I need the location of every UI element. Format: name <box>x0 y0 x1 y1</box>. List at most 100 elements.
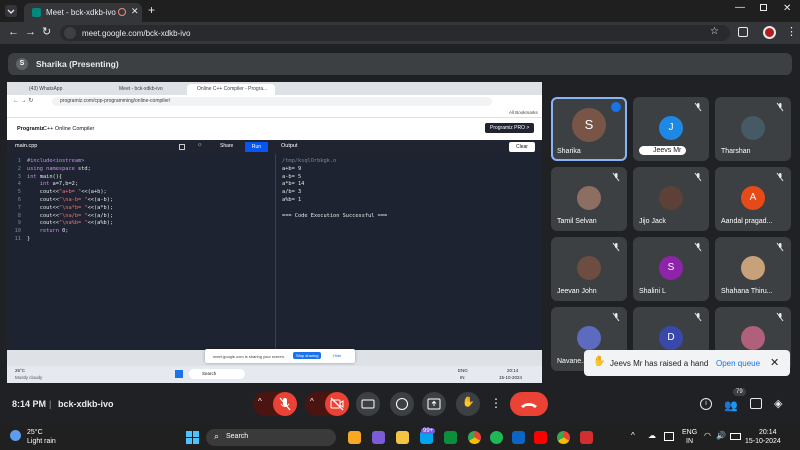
widgets-icon[interactable] <box>348 431 361 444</box>
back-icon[interactable]: ← <box>8 26 19 38</box>
participant-tile[interactable]: S Shalini L <box>633 237 709 301</box>
more-options-button[interactable]: ⋮ <box>488 392 502 416</box>
participant-name: Aandal pragad... <box>721 218 773 225</box>
app-icon-2[interactable] <box>444 431 457 444</box>
explorer-icon[interactable] <box>396 431 409 444</box>
output-label: Output <box>281 143 298 149</box>
chrome-icon[interactable] <box>468 431 481 444</box>
participant-tile[interactable]: Tharshan <box>715 97 791 161</box>
chrome-active-icon[interactable] <box>557 431 570 444</box>
participant-tile[interactable]: A Aandal pragad... <box>715 167 791 231</box>
participant-name: Jeevan John <box>557 288 597 295</box>
theme-icon: ☼ <box>197 142 203 148</box>
bookmark-star-icon[interactable]: ☆ <box>710 26 719 37</box>
participant-avatar: S <box>572 108 606 142</box>
linkedin-icon[interactable] <box>512 431 525 444</box>
app-icon-3[interactable] <box>580 431 593 444</box>
meeting-time: 8:14 PM <box>12 399 47 409</box>
windows-taskbar: 25°C Light rain ⌕ Search 99+ ^ ☁ ENG IN … <box>0 425 800 450</box>
chat-icon[interactable] <box>750 398 762 409</box>
camera-off-button[interactable] <box>325 392 349 416</box>
output-line: === Code Execution Successful === <box>282 212 388 219</box>
tray-app-icon <box>664 432 674 441</box>
shared-tab-meet: Meet - bck-xdkb-ivo <box>119 86 163 92</box>
participant-tile[interactable]: Shahana Thiru... <box>715 237 791 301</box>
participant-avatar: J <box>659 116 683 140</box>
participant-tile[interactable]: Tamil Selvan <box>551 167 627 231</box>
toast-close-icon[interactable]: ✕ <box>770 356 779 369</box>
new-tab-button[interactable]: + <box>148 3 155 17</box>
participant-tile[interactable]: Jijo Jack <box>633 167 709 231</box>
camera-control[interactable]: ^ <box>305 392 349 416</box>
menu-icon[interactable]: ⋮ <box>786 25 797 38</box>
presenting-bar: S Sharika (Presenting) <box>8 53 792 75</box>
participant-name: Tamil Selvan <box>557 218 597 225</box>
raise-hand-button[interactable]: ✋ <box>456 392 480 416</box>
teams-icon[interactable] <box>372 431 385 444</box>
camera-options-icon[interactable]: ^ <box>310 397 314 406</box>
mic-off-button[interactable] <box>273 392 297 416</box>
mic-off-icon <box>279 397 291 411</box>
shared-tab-compiler: Online C++ Compiler - Progra... <box>187 84 275 95</box>
taskbar-search[interactable]: ⌕ Search <box>206 429 336 446</box>
youtube-icon[interactable] <box>534 431 547 444</box>
muted-icon <box>693 312 703 322</box>
code-text: cout<<"\na/b= "<<(a/b); <box>39 212 114 219</box>
participant-name: Navane... <box>557 358 587 365</box>
muted-icon <box>775 312 785 322</box>
meeting-code: bck-xdkb-ivo <box>58 399 114 409</box>
shared-tab-bar: (43) WhatsApp Meet - bck-xdkb-ivo Online… <box>7 82 542 95</box>
people-icon[interactable]: 👥 <box>724 399 738 412</box>
address-bar[interactable]: meet.google.com/bck-xdkb-ivo ☆ <box>60 25 730 41</box>
meeting-separator: | <box>49 399 52 409</box>
muted-icon <box>693 242 703 252</box>
reload-icon[interactable]: ↻ <box>42 25 51 38</box>
fullscreen-icon <box>179 144 185 150</box>
leave-call-button[interactable] <box>510 392 548 416</box>
tab-close-icon[interactable]: ✕ <box>131 6 139 17</box>
shared-weather-desc: Mostly cloudy <box>15 375 43 380</box>
programiz-pro-button: Programiz PRO > <box>485 123 535 133</box>
participant-tile[interactable]: J Jeevs Mr <box>633 97 709 161</box>
shared-search-box <box>189 369 245 379</box>
tab-search-button[interactable] <box>5 5 17 17</box>
mic-options-icon[interactable]: ^ <box>258 397 262 406</box>
emoji-icon <box>396 398 408 410</box>
captions-button[interactable] <box>356 392 380 416</box>
screen-share-notice: meet.google.com is sharing your screen. … <box>205 349 355 363</box>
mic-control[interactable]: ^ <box>253 392 297 416</box>
info-icon[interactable]: i <box>700 398 712 410</box>
extensions-icon[interactable] <box>738 27 748 37</box>
participant-name: Jijo Jack <box>639 218 666 225</box>
participant-tile[interactable]: S Sharika <box>551 97 627 161</box>
tray-chevron-icon[interactable]: ^ <box>631 431 635 440</box>
code-line: 2 using namespace std; <box>7 166 275 173</box>
participant-tile[interactable]: Jeevan John <box>551 237 627 301</box>
minimize-button[interactable]: — <box>735 2 745 13</box>
hand-icon: ✋ <box>593 356 606 367</box>
code-line: 6 cout<<"\na-b= "<<(a-b); <box>7 197 275 204</box>
lang-text: ENG <box>682 429 698 436</box>
shared-time: 20:14 <box>507 368 519 373</box>
forward-icon[interactable]: → <box>25 26 36 38</box>
line-number: 7 <box>17 204 21 211</box>
raised-hand-toast: ✋ Jeevs Mr has raised a hand Open queue … <box>584 350 790 376</box>
profile-avatar[interactable] <box>763 26 776 39</box>
maximize-button[interactable] <box>760 4 767 11</box>
spotify-icon[interactable] <box>490 431 503 444</box>
browser-tab-meet[interactable]: Meet - bck-xdkb-ivo ✕ <box>24 3 142 22</box>
output-line: a*b= 14 <box>282 181 305 188</box>
reactions-button[interactable] <box>390 392 414 416</box>
participant-name: Sharika <box>557 148 581 155</box>
activities-icon[interactable]: ◈ <box>774 397 782 410</box>
site-info-icon[interactable] <box>64 27 76 39</box>
close-window-button[interactable]: ✕ <box>783 3 791 14</box>
shared-lang: ENG <box>458 368 468 373</box>
windows-start-icon[interactable] <box>186 431 199 444</box>
line-number: 8 <box>17 212 21 219</box>
present-button[interactable] <box>422 392 446 416</box>
open-queue-button[interactable]: Open queue <box>716 359 760 368</box>
captions-icon <box>361 399 375 409</box>
url-text: meet.google.com/bck-xdkb-ivo <box>82 29 191 38</box>
